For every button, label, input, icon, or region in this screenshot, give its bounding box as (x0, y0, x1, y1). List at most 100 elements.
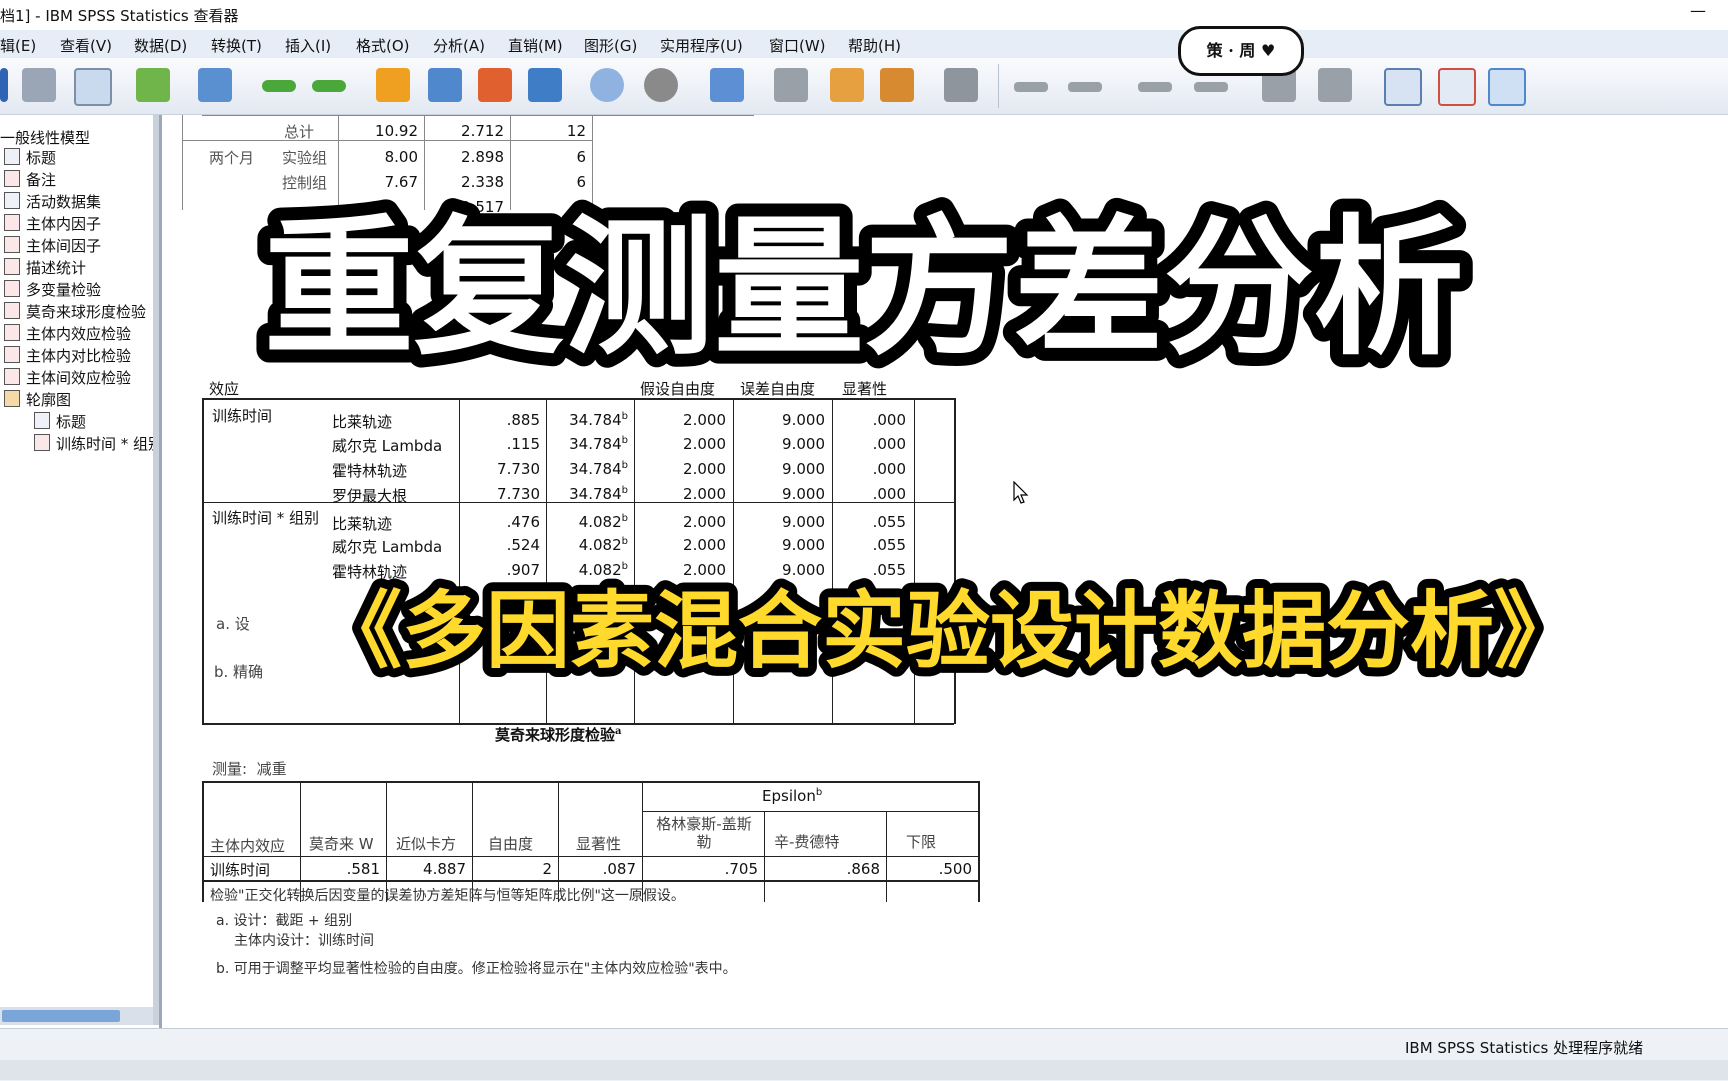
multi-value: 7.730 (497, 460, 540, 478)
multi-stat-label: 威尔克 Lambda (332, 437, 443, 455)
mauchly-header: 近似卡方 (396, 835, 457, 853)
show-all-icon[interactable] (944, 68, 978, 102)
open-icon[interactable] (0, 68, 8, 102)
recall-dialog-icon[interactable] (198, 68, 232, 102)
split-file-icon[interactable] (710, 68, 744, 102)
promote-arrow-icon[interactable] (1014, 82, 1048, 92)
spell-check-icon[interactable] (880, 68, 914, 102)
mauchly-epsilon-header: Epsilonb (762, 787, 823, 805)
goto-data-icon[interactable] (376, 68, 410, 102)
divider (202, 781, 980, 783)
multi-value: .476 (506, 513, 540, 531)
mauchly-lower: .500 (938, 860, 972, 878)
menu-edit[interactable]: 辑(E) (0, 35, 36, 56)
multi-hyp-df: 2.000 (683, 513, 726, 531)
hide-icon[interactable] (1318, 68, 1352, 102)
multi-hyp-df: 2.000 (683, 411, 726, 429)
mauchly-hf: .868 (846, 860, 880, 878)
multi-effect-label: 训练时间 * 组别 (212, 509, 320, 527)
mauchly-header: 格林豪斯-盖斯勒 (656, 815, 752, 851)
mauchly-df: 2 (542, 860, 552, 878)
author-badge: 策 · 周 ♥ (1178, 26, 1304, 76)
multi-f: 4.082b (578, 536, 628, 554)
menu-bar: 辑(E) 查看(V) 数据(D) 转换(T) 插入(I) 格式(O) 分析(A)… (0, 30, 1728, 58)
multi-sig: .000 (872, 435, 906, 453)
scrollbar-thumb[interactable] (2, 1010, 120, 1022)
multi-stat-label: 罗伊最大根 (332, 487, 408, 505)
insert-text-icon[interactable] (1488, 68, 1526, 106)
menu-utilities[interactable]: 实用程序(U) (660, 35, 743, 56)
multi-stat-label: 威尔克 Lambda (332, 538, 443, 556)
menu-view[interactable]: 查看(V) (60, 35, 112, 56)
divider (386, 781, 387, 902)
mauchly-measure: 测量: 减重 (212, 760, 287, 778)
minimize-button[interactable]: — (1690, 1, 1706, 20)
demote-arrow-icon[interactable] (1068, 82, 1102, 92)
redo-icon[interactable] (312, 80, 346, 92)
menu-insert[interactable]: 插入(I) (285, 35, 331, 56)
nav-subitem-plot[interactable]: 训练时间 * 组别 (34, 434, 153, 454)
multi-err-df: 9.000 (782, 536, 825, 554)
multi-value: .524 (506, 536, 540, 554)
title-bar: 档1] - IBM SPSS Statistics 查看器 — (0, 0, 1728, 30)
divider (202, 781, 204, 902)
divider (642, 811, 979, 812)
run-script-icon[interactable] (830, 68, 864, 102)
multi-err-df: 9.000 (782, 460, 825, 478)
nav-horizontal-scrollbar[interactable] (0, 1007, 153, 1025)
undo-icon[interactable] (262, 80, 296, 92)
menu-format[interactable]: 格式(O) (356, 35, 410, 56)
divider (300, 781, 301, 902)
multi-err-df: 9.000 (782, 513, 825, 531)
weight-cases-icon[interactable] (644, 68, 678, 102)
divider (202, 115, 754, 116)
multi-effect-label: 训练时间 (212, 407, 273, 425)
mauchly-title: 莫奇来球形度检验a (495, 726, 622, 744)
divider (978, 781, 980, 902)
toolbar (0, 58, 1728, 115)
mauchly-header: 主体内效应 (210, 837, 286, 855)
mauchly-effect: 训练时间 (210, 861, 271, 879)
multi-value: .885 (506, 411, 540, 429)
divider (202, 856, 980, 857)
multi-hyp-df: 2.000 (683, 485, 726, 503)
toolbar-separator (998, 64, 999, 108)
desc-sd: 2.712 (461, 122, 504, 140)
multi-f: 34.784b (569, 411, 628, 429)
goto-case-icon[interactable] (428, 68, 462, 102)
select-cases-icon[interactable] (590, 68, 624, 102)
mauchly-note: 检验"正交化转换后因变量的误差协方差矩阵与恒等矩阵成比例"这一原假设。 (210, 888, 685, 904)
mauchly-header: 下限 (906, 833, 937, 851)
mauchly-note-a: a. 设计：截距 + 组别 (216, 913, 353, 929)
variables-icon[interactable] (528, 68, 562, 102)
insert-heading-icon[interactable] (1384, 68, 1422, 106)
menu-help[interactable]: 帮助(H) (848, 35, 901, 56)
menu-transform[interactable]: 转换(T) (211, 35, 262, 56)
multi-stat-label: 霍特林轨迹 (332, 462, 408, 480)
print-icon[interactable] (22, 68, 56, 102)
divider (202, 880, 980, 882)
desc-mean: 10.92 (375, 122, 418, 140)
status-text: IBM SPSS Statistics 处理程序就绪 (1405, 1039, 1644, 1057)
overlay-subtitle-art: 《多因素混合实验设计数据分析》 (309, 573, 1587, 689)
menu-data[interactable]: 数据(D) (134, 35, 187, 56)
mauchly-header: 自由度 (488, 835, 534, 853)
nav-root[interactable]: 一般线性模型 (0, 128, 90, 148)
print-preview-icon[interactable] (74, 68, 112, 106)
nav-subitem-title[interactable]: 标题 (34, 412, 86, 432)
export-icon[interactable] (136, 68, 170, 102)
menu-window[interactable]: 窗口(W) (769, 35, 826, 56)
overlay-subtitle: 《多因素混合实验设计数据分析》 (318, 582, 1578, 680)
collapse-icon[interactable] (1194, 82, 1228, 92)
divider (642, 781, 643, 902)
insert-title-icon[interactable] (1438, 68, 1476, 106)
overlay-title: 重复测量方差分析 (264, 202, 1464, 376)
menu-direct-marketing[interactable]: 直销(M) (508, 35, 563, 56)
goto-variable-icon[interactable] (478, 68, 512, 102)
menu-graphs[interactable]: 图形(G) (584, 35, 637, 56)
expand-icon[interactable] (1138, 82, 1172, 92)
desc-n: 12 (566, 122, 586, 140)
menu-analyze[interactable]: 分析(A) (433, 35, 485, 56)
multi-hyp-df: 2.000 (683, 536, 726, 554)
designate-window-icon[interactable] (774, 68, 808, 102)
